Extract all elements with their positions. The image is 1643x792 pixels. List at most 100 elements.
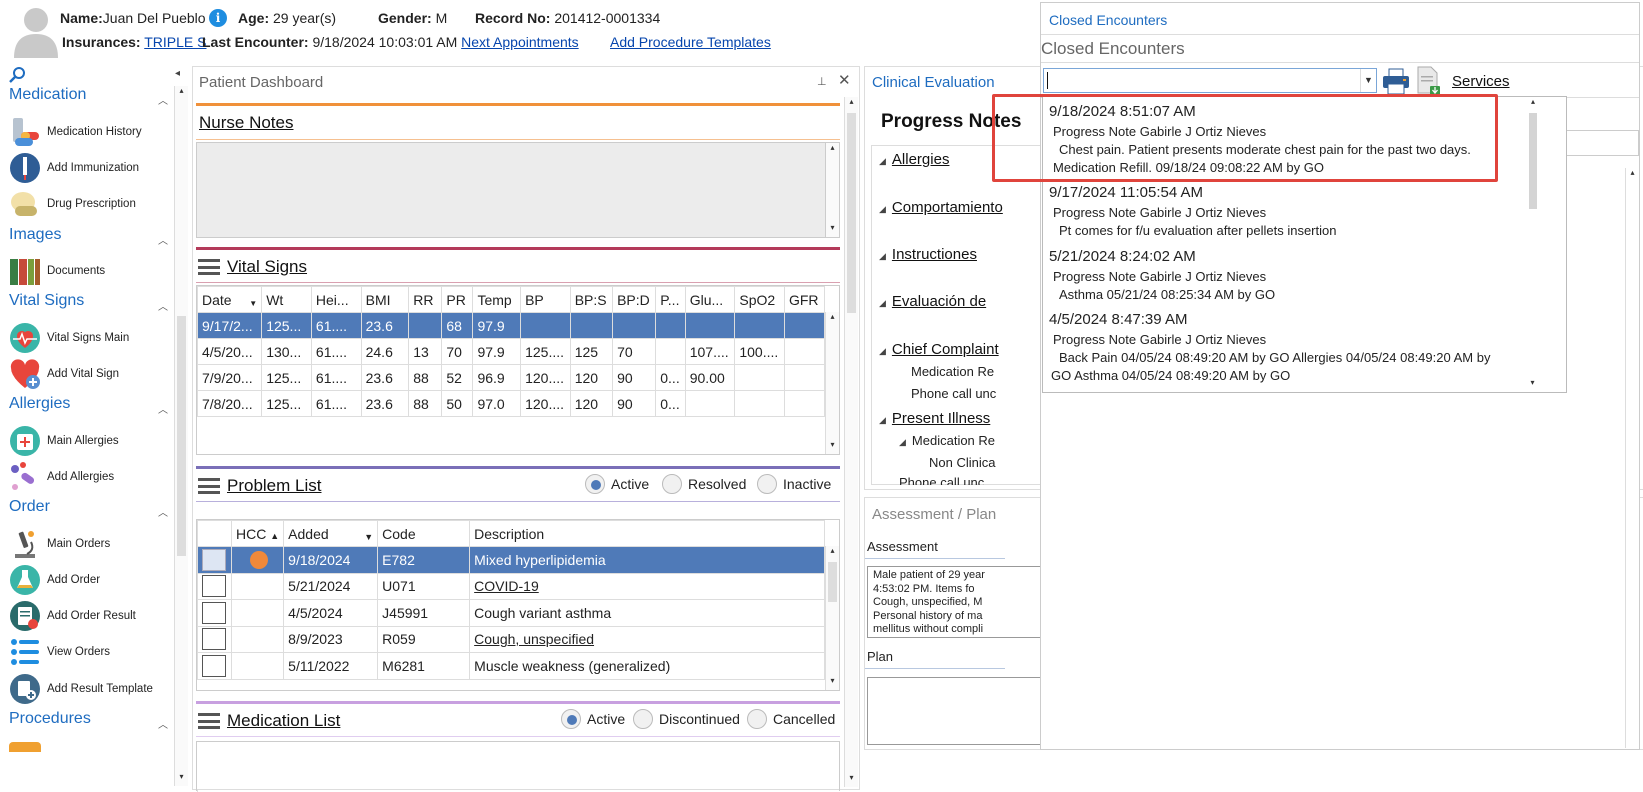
tree-subitem[interactable]: ◢ Medication Re [899,433,995,448]
sidebar-item-view-orders[interactable]: View Orders [9,636,110,668]
chevron-up-icon[interactable]: ︿ [158,298,168,313]
plan-textarea[interactable] [867,677,1047,745]
add-procedure-templates-link[interactable]: Add Procedure Templates [610,34,771,50]
problem-select-cell[interactable] [197,625,232,653]
export-document-icon[interactable] [1414,66,1442,96]
problem-row[interactable]: 5/21/2024 U071 COVID-19 [197,572,825,600]
sidebar-item-documents[interactable]: Documents [9,255,105,287]
next-appointments-link[interactable]: Next Appointments [461,34,579,50]
sidebar-item-add-allergies[interactable]: Add Allergies [9,461,114,493]
problem-col-hcc[interactable]: HCC ▲ [230,520,285,547]
encounter-dropdown-list[interactable]: 9/18/2024 8:51:07 AM Progress Note Gabirl… [1042,96,1567,393]
medication-filter-active[interactable]: Active [561,709,625,729]
tree-subitem[interactable]: Non Clinica [929,455,995,470]
row-checkbox[interactable] [202,654,226,677]
problem-filter-inactive[interactable]: Inactive [757,474,831,494]
sidebar-item-add-order[interactable]: Add Order [9,564,100,596]
vitals-col-header[interactable]: BMI [360,286,410,313]
sidebar-section-allergies[interactable]: Allergies [9,395,70,413]
sidebar-item-medication-history[interactable]: Medication History [9,116,142,148]
vitals-table[interactable]: Date ▼ Wt Hei... BMI RR PR Temp BP BP:S BP:D P... Gl… [197,286,826,417]
encounter-item[interactable]: 4/5/2024 8:47:39 AM Progress Note Gabirle… [1049,309,1490,385]
medication-filter-discontinued[interactable]: Discontinued [633,709,740,729]
tree-item-instructiones[interactable]: ◢ Instructiones [879,246,977,263]
sidebar-item-add-result-template[interactable]: Add Result Template [9,673,153,705]
sidebar-item-main-orders[interactable]: Main Orders [9,528,110,560]
problem-list-heading[interactable]: Problem List [227,476,321,496]
row-checkbox[interactable] [202,628,226,651]
medication-list-heading[interactable]: Medication List [227,711,340,731]
encounter-item[interactable]: 9/17/2024 11:05:54 AM Progress Note Gabir… [1049,182,1336,240]
chevron-up-icon[interactable]: ︿ [158,716,168,731]
close-icon[interactable]: ✕ [838,71,851,89]
closed-encounters-link[interactable]: Closed Encounters [1049,12,1167,28]
row-checkbox[interactable] [202,548,226,571]
chevron-up-icon[interactable]: ︿ [158,232,168,247]
vitals-row[interactable]: 9/17/2... 125... 61.... 23.6 68 97.9 [197,312,826,339]
problem-select-cell[interactable] [197,546,232,574]
tree-subitem[interactable]: Phone call unc [899,475,984,485]
dashboard-scrollbar[interactable]: ▴ ▾ [844,97,858,787]
vitals-row[interactable]: 7/8/20... 125... 61.... 23.6 88 50 97.0 120....… [197,390,826,417]
search-icon[interactable] [8,66,28,84]
chevron-up-icon[interactable]: ︿ [158,92,168,107]
sidebar-section-procedures[interactable]: Procedures [9,710,91,728]
sidebar-item-add-order-result[interactable]: Add Order Result [9,600,136,632]
sidebar-scrollbar[interactable]: ▴ ▾ [174,86,188,786]
sidebar-section-vital-signs[interactable]: Vital Signs [9,292,84,310]
vital-signs-menu-icon[interactable] [198,259,220,275]
problem-select-cell[interactable] [197,599,232,627]
sidebar-item-vital-signs-main[interactable]: Vital Signs Main [9,322,129,354]
problem-table[interactable]: HCC ▲ Added ▼ Code Description 9/18/2024… [197,520,825,680]
sidebar-section-order[interactable]: Order [9,498,50,516]
problem-list-menu-icon[interactable] [198,478,220,494]
dropdown-arrow-icon[interactable]: ▼ [1360,69,1376,92]
problem-select-cell[interactable] [197,652,232,680]
sidebar-item-main-allergies[interactable]: Main Allergies [9,425,119,457]
vital-signs-heading[interactable]: Vital Signs [227,257,307,277]
sidebar-item-add-immunization[interactable]: Add Immunization [9,152,139,184]
row-checkbox[interactable] [202,601,226,624]
chevron-up-icon[interactable]: ︿ [158,504,168,519]
sidebar-item-drug-prescription[interactable]: Drug Prescription [9,188,136,220]
encounter-combobox[interactable]: ▼ [1043,68,1377,93]
problem-select-cell[interactable] [197,572,232,600]
collapse-sidebar-icon[interactable]: ◂ [175,68,180,79]
assessment-textarea[interactable]: Male patient of 29 year 4:53:02 PM. Items… [867,566,1047,638]
sidebar-section-medication[interactable]: Medication [9,86,86,104]
problem-filter-active[interactable]: Active [585,474,649,494]
tree-subitem[interactable]: Medication Re [911,364,994,379]
encounter-item[interactable]: 9/18/2024 8:51:07 AM Progress Note Gabirl… [1049,101,1471,177]
chevron-up-icon[interactable]: ︿ [158,401,168,416]
nurse-notes-heading[interactable]: Nurse Notes [199,113,293,133]
vitals-col-header[interactable]: PR [441,286,474,313]
medication-filter-cancelled[interactable]: Cancelled [747,709,835,729]
info-icon[interactable]: i [209,9,227,27]
problem-col-code[interactable]: Code [377,520,471,547]
background-scrollbar[interactable]: ▴ [1625,168,1639,748]
encounter-item[interactable]: 5/21/2024 8:24:02 AM Progress Note Gabirl… [1049,246,1275,304]
tree-item-comportamiento[interactable]: ◢ Comportamiento [879,199,1003,216]
vitals-col-header[interactable]: P... [655,286,686,313]
medication-list-menu-icon[interactable] [198,713,220,729]
sidebar-section-images[interactable]: Images [9,226,61,244]
vitals-col-header[interactable]: Glu... [684,286,736,313]
vitals-col-header[interactable]: Date ▼ [197,286,263,313]
problem-row[interactable]: 9/18/2024 E782 Mixed hyperlipidemia [197,546,825,574]
problem-row[interactable]: 4/5/2024 J45991 Cough variant asthma [197,599,825,627]
vitals-col-header[interactable]: BP:S [569,286,614,313]
row-checkbox[interactable] [202,575,226,598]
tree-item-allergies[interactable]: ◢ Allergies [879,151,949,168]
problem-row[interactable]: 5/11/2022 M6281 Muscle weakness (generaliz… [197,652,825,680]
tree-item-present-illness[interactable]: ◢ Present Illness [879,410,990,427]
dropdown-scrollbar[interactable]: ▴ ▾ [1526,97,1540,392]
nurse-notes-textarea[interactable]: ▴ ▾ [196,142,840,238]
vitals-row[interactable]: 7/9/20... 125... 61.... 23.6 88 52 96.9 120....… [197,364,826,391]
sidebar-item-add-vital-sign[interactable]: Add Vital Sign [9,358,119,390]
tree-subitem[interactable]: Phone call unc [911,386,996,401]
vitals-col-header[interactable]: SpO2 [734,286,785,313]
vitals-col-header[interactable]: BP [520,286,571,313]
vitals-col-header[interactable]: Temp [472,286,522,313]
tree-item-evaluacion[interactable]: ◢ Evaluación de [879,293,986,310]
insurance-link[interactable]: TRIPLE S [144,34,206,50]
